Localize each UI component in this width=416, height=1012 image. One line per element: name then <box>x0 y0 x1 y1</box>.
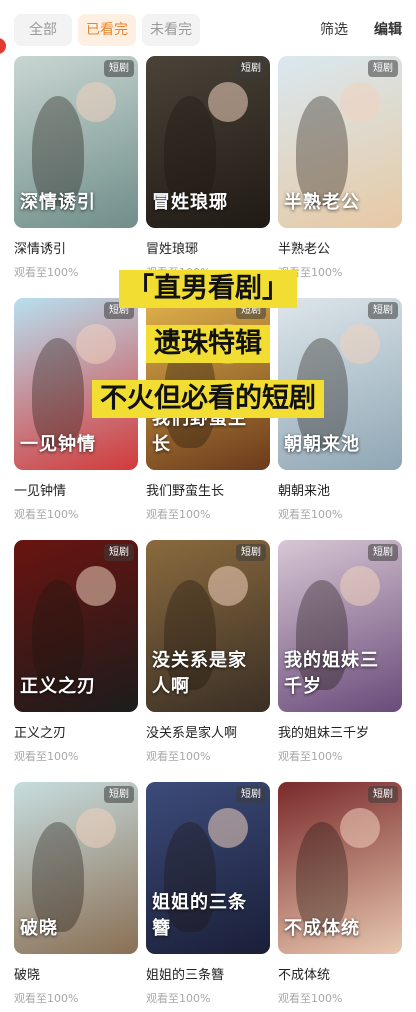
poster-figure <box>76 324 116 364</box>
short-drama-badge: 短剧 <box>236 786 266 803</box>
tab-all[interactable]: 全部 <box>14 14 72 46</box>
poster-figure <box>76 808 116 848</box>
watch-progress: 观看至100% <box>146 508 211 521</box>
short-drama-badge: 短剧 <box>104 60 134 77</box>
poster-title-art: 不成体统 <box>284 918 360 939</box>
drama-title[interactable]: 一见钟情 <box>14 480 66 499</box>
drama-poster[interactable]: 深情诱引 短剧 <box>14 56 138 228</box>
poster-title-art: 正义之刃 <box>20 676 96 697</box>
drama-card[interactable]: 半熟老公 短剧 半熟老公 观看至100% <box>278 56 402 288</box>
poster-figure <box>340 324 380 364</box>
short-drama-badge: 短剧 <box>104 786 134 803</box>
watch-progress: 观看至100% <box>278 750 343 763</box>
short-drama-badge: 短剧 <box>236 60 266 77</box>
short-drama-badge: 短剧 <box>368 60 398 77</box>
drama-title[interactable]: 我的姐妹三千岁 <box>278 722 369 741</box>
drama-card[interactable]: 冒姓琅琊短剧冒姓琅琊观看至100% <box>146 56 270 288</box>
drama-card[interactable]: 我的姐妹三千岁 短剧我的姐妹三千岁观看至100% <box>278 540 402 772</box>
poster-title-art: 朝朝来池 <box>284 434 360 455</box>
drama-title[interactable]: 不成体统 <box>278 964 330 983</box>
drama-title[interactable]: 冒姓琅琊 <box>146 238 198 257</box>
poster-figure <box>208 808 248 848</box>
drama-poster[interactable]: 我的姐妹三千岁 短剧 <box>278 540 402 712</box>
short-drama-badge: 短剧 <box>236 544 266 561</box>
poster-figure <box>340 808 380 848</box>
poster-title-art: 我的姐妹三千岁 <box>284 650 379 697</box>
poster-title-art: 破晓 <box>20 918 58 939</box>
drama-poster[interactable]: 没关系是家人啊 短剧 <box>146 540 270 712</box>
watch-progress: 观看至100% <box>14 750 79 763</box>
top-bar: 全部 已看完 未看完 筛选 编辑 <box>0 0 416 58</box>
drama-title[interactable]: 半熟老公 <box>278 238 330 257</box>
drama-poster[interactable]: 破晓 短剧 <box>14 782 138 954</box>
poster-title-art: 没关系是家人啊 <box>152 650 247 697</box>
drama-title[interactable]: 朝朝来池 <box>278 480 330 499</box>
drama-poster[interactable]: 不成体统 短剧 <box>278 782 402 954</box>
drama-poster[interactable]: 正义之刃 短剧 <box>14 540 138 712</box>
short-drama-badge: 短剧 <box>104 544 134 561</box>
poster-title-art: 深情诱引 <box>20 192 96 213</box>
poster-title-art: 一见钟情 <box>20 434 96 455</box>
drama-title[interactable]: 破晓 <box>14 964 40 983</box>
drama-title[interactable]: 正义之刃 <box>14 722 66 741</box>
poster-figure <box>208 82 248 122</box>
overlay-line-2: 遗珠特辑 <box>146 325 270 363</box>
drama-card[interactable]: 深情诱引 短剧深情诱引观看至100% <box>14 56 138 288</box>
watch-progress: 观看至100% <box>14 266 79 279</box>
drama-title[interactable]: 没关系是家人啊 <box>146 722 237 741</box>
drama-card[interactable]: 破晓 短剧破晓观看至100% <box>14 782 138 1012</box>
short-drama-badge: 短剧 <box>368 786 398 803</box>
watch-progress: 观看至100% <box>278 992 343 1005</box>
watch-progress: 观看至100% <box>146 750 211 763</box>
edit-button[interactable]: 编辑 <box>374 20 402 40</box>
short-drama-badge: 短剧 <box>368 302 398 319</box>
drama-card[interactable]: 正义之刃 短剧正义之刃观看至100% <box>14 540 138 772</box>
overlay-line-1: 「直男看剧」 <box>119 270 297 308</box>
poster-figure <box>76 82 116 122</box>
poster-title-art: 冒姓琅琊 <box>152 192 228 213</box>
drama-poster[interactable]: 半熟老公 短剧 <box>278 56 402 228</box>
watch-progress: 观看至100% <box>146 992 211 1005</box>
drama-poster[interactable]: 冒姓琅琊 短剧 <box>146 56 270 228</box>
poster-title-art: 姐姐的三条簪 <box>152 892 247 939</box>
poster-figure <box>76 566 116 606</box>
overlay-line-3: 不火但必看的短剧 <box>92 380 324 418</box>
filter-button[interactable]: 筛选 <box>320 20 348 40</box>
poster-figure <box>340 82 380 122</box>
drama-title[interactable]: 我们野蛮生长 <box>146 480 224 499</box>
poster-figure <box>208 566 248 606</box>
short-drama-badge: 短剧 <box>368 544 398 561</box>
poster-title-art: 半熟老公 <box>284 192 360 213</box>
drama-card[interactable]: 姐姐的三条簪 短剧姐姐的三条簪观看至100% <box>146 782 270 1012</box>
drama-title[interactable]: 姐姐的三条簪 <box>146 964 224 983</box>
drama-poster[interactable]: 姐姐的三条簪 短剧 <box>146 782 270 954</box>
tab-unwatched[interactable]: 未看完 <box>142 14 200 46</box>
drama-card[interactable]: 没关系是家人啊 短剧没关系是家人啊观看至100% <box>146 540 270 772</box>
drama-title[interactable]: 深情诱引 <box>14 238 66 257</box>
poster-figure <box>340 566 380 606</box>
watch-progress: 观看至100% <box>278 508 343 521</box>
watch-progress: 观看至100% <box>14 992 79 1005</box>
drama-card[interactable]: 不成体统 短剧不成体统观看至100% <box>278 782 402 1012</box>
tab-watched[interactable]: 已看完 <box>78 14 136 46</box>
watch-progress: 观看至100% <box>14 508 79 521</box>
